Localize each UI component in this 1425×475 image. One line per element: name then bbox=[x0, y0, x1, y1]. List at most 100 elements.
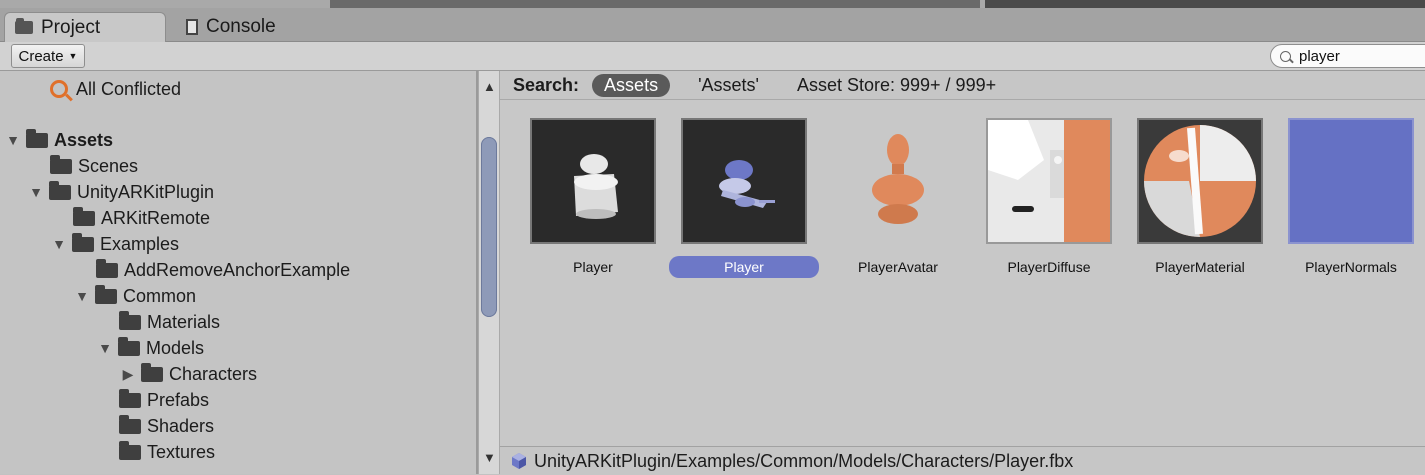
tree-item-scenes[interactable]: Scenes bbox=[50, 153, 138, 179]
expand-arrow-icon[interactable]: ▼ bbox=[75, 288, 89, 304]
tree-item-label: Assets bbox=[54, 129, 114, 150]
asset-thumbnail bbox=[530, 118, 656, 244]
folder-icon bbox=[119, 414, 141, 434]
tree-item-label: UnityARKitPlugin bbox=[77, 181, 215, 202]
search-icon bbox=[1280, 50, 1291, 62]
asset-thumbnail bbox=[681, 118, 807, 244]
folder-icon bbox=[50, 154, 72, 174]
scrollbar-thumb[interactable] bbox=[481, 137, 497, 317]
asset-thumbnail bbox=[1137, 118, 1263, 244]
chevron-down-icon: ▼ bbox=[68, 51, 78, 61]
asset-item-player-mesh[interactable]: Player bbox=[518, 118, 668, 278]
search-scope-bar: Search: Assets 'Assets' Asset Store: 999… bbox=[500, 71, 1425, 100]
tree-item-shaders[interactable]: Shaders bbox=[119, 413, 214, 439]
folder-icon bbox=[119, 440, 141, 460]
asset-grid: Search: Assets 'Assets' Asset Store: 999… bbox=[500, 71, 1425, 446]
asset-label: Player bbox=[669, 256, 819, 278]
asset-item-playerdiffuse[interactable]: PlayerDiffuse bbox=[974, 118, 1124, 278]
material-sphere-icon bbox=[1144, 125, 1256, 237]
tab-bar: Project Console bbox=[0, 8, 1425, 42]
tree-item-materials[interactable]: Materials bbox=[119, 309, 220, 335]
search-input[interactable]: player bbox=[1270, 44, 1425, 68]
folder-icon bbox=[73, 206, 95, 226]
tree-item-arkitremote[interactable]: ARKitRemote bbox=[73, 205, 210, 231]
tree-item-label: Characters bbox=[169, 363, 258, 384]
scope-asset-store-button[interactable]: Asset Store: 999+ / 999+ bbox=[797, 75, 996, 96]
tab-project[interactable]: Project bbox=[4, 12, 166, 42]
asset-label: PlayerNormals bbox=[1305, 259, 1397, 275]
tree-item-prefabs[interactable]: Prefabs bbox=[119, 387, 209, 413]
tab-console-label: Console bbox=[206, 15, 276, 37]
scroll-up-arrow-icon[interactable]: ▲ bbox=[483, 79, 496, 94]
asset-label: PlayerAvatar bbox=[858, 259, 938, 275]
asset-label: Player bbox=[573, 259, 613, 275]
tree-item-label: Common bbox=[123, 285, 197, 306]
tree-item-all-conflicted[interactable]: All Conflicted bbox=[50, 76, 181, 102]
folder-icon bbox=[72, 232, 94, 252]
tree-item-common[interactable]: ▼ Common bbox=[75, 283, 196, 309]
avatar-icon bbox=[872, 134, 924, 224]
scroll-down-arrow-icon[interactable]: ▼ bbox=[483, 450, 496, 465]
top-strip-segment bbox=[985, 0, 1425, 8]
console-icon bbox=[186, 18, 198, 35]
tab-project-label: Project bbox=[41, 16, 101, 38]
tree-item-label: Materials bbox=[147, 311, 221, 332]
vertical-scrollbar[interactable]: ▲ ▼ bbox=[478, 71, 500, 474]
asset-label: PlayerMaterial bbox=[1155, 259, 1245, 275]
search-label: Search: bbox=[513, 74, 580, 95]
expand-arrow-icon[interactable]: ▼ bbox=[6, 132, 20, 148]
asset-thumbnail bbox=[986, 118, 1112, 244]
tab-console[interactable]: Console bbox=[176, 12, 316, 41]
tree-item-assets[interactable]: ▼ Assets bbox=[6, 127, 113, 153]
tree-item-unityarkitplugin[interactable]: ▼ UnityARKitPlugin bbox=[29, 179, 214, 205]
tree-item-label: Textures bbox=[147, 441, 216, 462]
tree-item-characters[interactable]: ▶ Characters bbox=[121, 361, 257, 387]
tree-item-label: Shaders bbox=[147, 415, 215, 436]
expand-arrow-icon[interactable]: ▼ bbox=[98, 340, 112, 356]
asset-item-player-model[interactable]: Player bbox=[669, 118, 819, 278]
tree-item-textures[interactable]: Textures bbox=[119, 439, 215, 465]
tree-item-label: Scenes bbox=[78, 155, 139, 176]
tree-item-models[interactable]: ▼ Models bbox=[98, 335, 204, 361]
scope-folder-button[interactable]: 'Assets' bbox=[698, 75, 759, 96]
asset-path-text: UnityARKitPlugin/Examples/Common/Models/… bbox=[534, 450, 1074, 471]
asset-item-playernormals[interactable]: PlayerNormals bbox=[1276, 118, 1425, 278]
folder-icon bbox=[119, 388, 141, 408]
tree-item-label: Models bbox=[146, 337, 205, 358]
tree-item-label: Prefabs bbox=[147, 389, 210, 410]
player-model-preview-icon bbox=[719, 160, 775, 208]
asset-label: PlayerDiffuse bbox=[1007, 259, 1091, 275]
expand-arrow-icon[interactable]: ▼ bbox=[29, 184, 43, 200]
selected-asset-path-bar: UnityARKitPlugin/Examples/Common/Models/… bbox=[500, 446, 1425, 475]
model-cube-icon bbox=[512, 453, 526, 469]
asset-thumbnail bbox=[1288, 118, 1414, 244]
folder-icon bbox=[118, 336, 140, 356]
tree-item-label: AddRemoveAnchorExample bbox=[124, 259, 351, 280]
project-toolbar: Create ▼ player bbox=[0, 42, 1425, 71]
folder-icon bbox=[26, 128, 48, 148]
expand-arrow-icon[interactable]: ▼ bbox=[52, 236, 66, 252]
tree-item-label: Examples bbox=[100, 233, 180, 254]
folder-icon bbox=[119, 310, 141, 330]
asset-thumbnail bbox=[835, 118, 961, 244]
search-filter-icon bbox=[50, 80, 68, 98]
tree-item-label: All Conflicted bbox=[76, 78, 182, 99]
create-button-label: Create bbox=[18, 47, 64, 65]
folder-icon bbox=[96, 258, 118, 278]
tree-item-label: ARKitRemote bbox=[101, 207, 211, 228]
player-mesh-preview-icon bbox=[574, 154, 618, 219]
tree-item-examples[interactable]: ▼ Examples bbox=[52, 231, 179, 257]
collapse-arrow-icon[interactable]: ▶ bbox=[121, 366, 135, 383]
scope-assets-button[interactable]: Assets bbox=[592, 73, 671, 97]
asset-item-playeravatar[interactable]: PlayerAvatar bbox=[823, 118, 973, 278]
folder-icon bbox=[141, 362, 163, 382]
asset-item-playermaterial[interactable]: PlayerMaterial bbox=[1125, 118, 1275, 278]
top-strip-segment bbox=[330, 0, 980, 8]
folder-icon bbox=[95, 284, 117, 304]
folder-icon bbox=[49, 180, 71, 200]
tree-item-addremoveanchorexample[interactable]: AddRemoveAnchorExample bbox=[96, 257, 350, 283]
project-tree: All Conflicted ▼ Assets Scenes ▼ UnityAR… bbox=[0, 71, 476, 474]
create-button[interactable]: Create ▼ bbox=[11, 44, 85, 68]
texture-diffuse-preview-icon bbox=[988, 120, 1110, 242]
search-input-value: player bbox=[1299, 47, 1340, 65]
